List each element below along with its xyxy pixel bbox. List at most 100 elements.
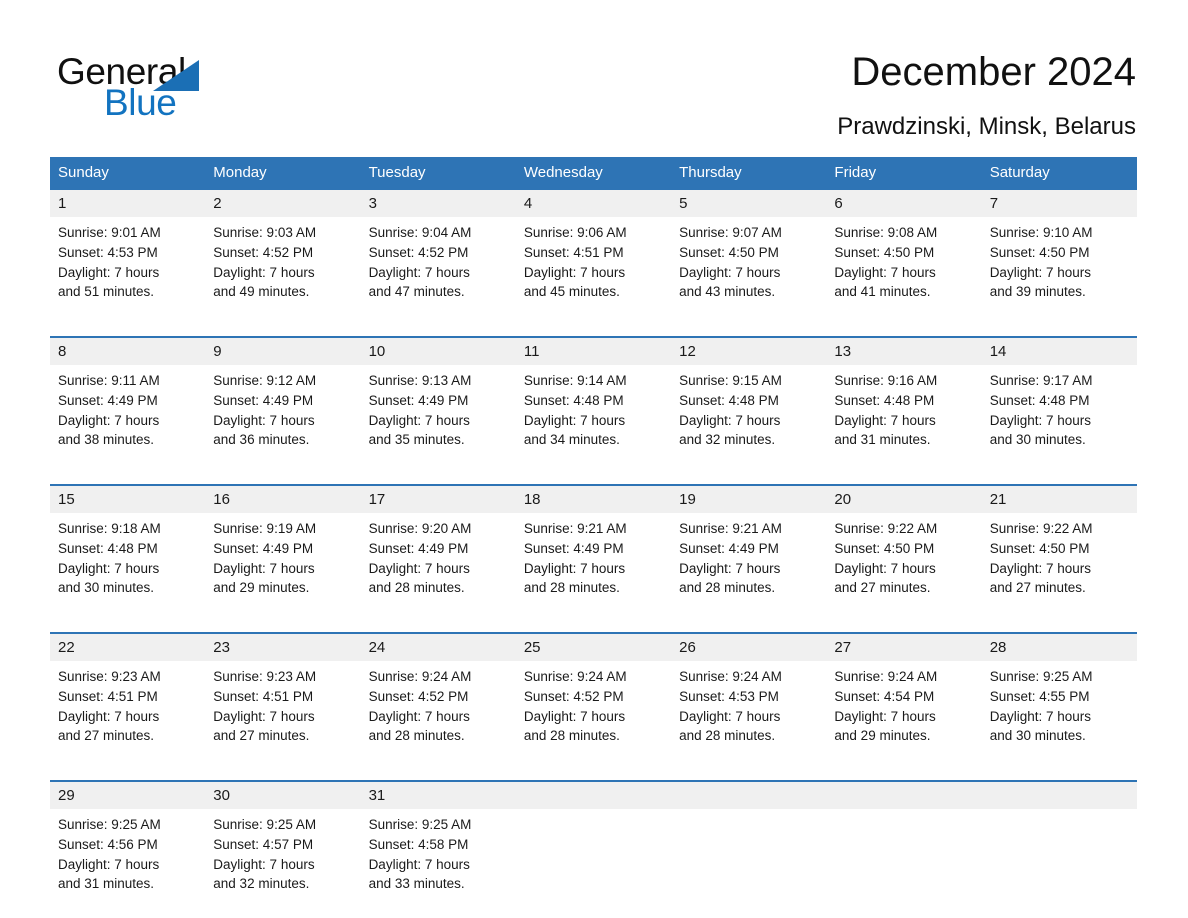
daylight-text-line1: Daylight: 7 hours [679, 264, 781, 280]
day-number[interactable]: 21 [982, 486, 1137, 513]
day-cell[interactable]: Sunrise: 9:06 AM Sunset: 4:51 PM Dayligh… [516, 217, 671, 320]
day-number[interactable]: 16 [205, 486, 360, 513]
week-spacer [50, 320, 1137, 336]
day-cell[interactable]: Sunrise: 9:07 AM Sunset: 4:50 PM Dayligh… [671, 217, 826, 320]
daylight-text-line1: Daylight: 7 hours [213, 264, 315, 280]
day-cell[interactable]: Sunrise: 9:10 AM Sunset: 4:50 PM Dayligh… [982, 217, 1137, 320]
day-number[interactable]: 25 [516, 634, 671, 661]
day-cell[interactable]: Sunrise: 9:22 AM Sunset: 4:50 PM Dayligh… [982, 513, 1137, 616]
day-number[interactable]: 6 [826, 190, 981, 217]
day-cell[interactable]: Sunrise: 9:25 AM Sunset: 4:57 PM Dayligh… [205, 809, 360, 912]
day-cell[interactable]: Sunrise: 9:24 AM Sunset: 4:54 PM Dayligh… [826, 661, 981, 764]
sunset-text: Sunset: 4:56 PM [58, 836, 158, 852]
day-number[interactable]: 14 [982, 338, 1137, 365]
sunset-text: Sunset: 4:48 PM [989, 392, 1090, 408]
daylight-text-line1: Daylight: 7 hours [989, 412, 1091, 428]
day-cell[interactable]: Sunrise: 9:24 AM Sunset: 4:53 PM Dayligh… [671, 661, 826, 764]
week-date-band: 22 23 24 25 26 27 28 [50, 634, 1137, 661]
day-cell[interactable]: Sunrise: 9:17 AM Sunset: 4:48 PM Dayligh… [982, 365, 1137, 468]
sunrise-text: Sunrise: 9:15 AM [679, 373, 782, 388]
day-number[interactable]: 5 [671, 190, 826, 217]
day-cell[interactable]: Sunrise: 9:23 AM Sunset: 4:51 PM Dayligh… [205, 661, 360, 764]
day-cell[interactable]: Sunrise: 9:22 AM Sunset: 4:50 PM Dayligh… [826, 513, 981, 616]
day-number[interactable]: 10 [361, 338, 516, 365]
daylight-text-line1: Daylight: 7 hours [213, 708, 315, 724]
day-number[interactable]: 2 [205, 190, 360, 217]
day-cell[interactable]: Sunrise: 9:24 AM Sunset: 4:52 PM Dayligh… [516, 661, 671, 764]
sunset-text: Sunset: 4:50 PM [834, 540, 935, 556]
day-cell[interactable]: Sunrise: 9:25 AM Sunset: 4:58 PM Dayligh… [361, 809, 516, 912]
day-cell[interactable]: Sunrise: 9:20 AM Sunset: 4:49 PM Dayligh… [361, 513, 516, 616]
day-number[interactable]: 28 [982, 634, 1137, 661]
page-subtitle-location: Prawdzinski, Minsk, Belarus [837, 113, 1136, 140]
day-number[interactable]: 20 [826, 486, 981, 513]
day-cell[interactable]: Sunrise: 9:08 AM Sunset: 4:50 PM Dayligh… [826, 217, 981, 320]
sunset-text: Sunset: 4:51 PM [213, 688, 314, 704]
day-cell[interactable]: Sunrise: 9:21 AM Sunset: 4:49 PM Dayligh… [671, 513, 826, 616]
day-cell[interactable]: Sunrise: 9:01 AM Sunset: 4:53 PM Dayligh… [50, 217, 205, 320]
day-number[interactable]: 24 [361, 634, 516, 661]
daylight-text-line2: and 38 minutes. [58, 432, 155, 448]
day-cell-empty [826, 809, 981, 912]
day-number[interactable]: 12 [671, 338, 826, 365]
day-number[interactable]: 30 [205, 782, 360, 809]
day-number[interactable]: 19 [671, 486, 826, 513]
day-cell[interactable]: Sunrise: 9:16 AM Sunset: 4:48 PM Dayligh… [826, 365, 981, 468]
sunset-text: Sunset: 4:48 PM [523, 392, 624, 408]
day-cell[interactable]: Sunrise: 9:25 AM Sunset: 4:55 PM Dayligh… [982, 661, 1137, 764]
day-number[interactable]: 1 [50, 190, 205, 217]
day-cell[interactable]: Sunrise: 9:15 AM Sunset: 4:48 PM Dayligh… [671, 365, 826, 468]
sunrise-text: Sunrise: 9:24 AM [523, 669, 627, 684]
day-cell[interactable]: Sunrise: 9:14 AM Sunset: 4:48 PM Dayligh… [516, 365, 671, 468]
day-number[interactable]: 4 [516, 190, 671, 217]
daylight-text-line2: and 33 minutes. [368, 876, 465, 892]
day-cell[interactable]: Sunrise: 9:24 AM Sunset: 4:52 PM Dayligh… [361, 661, 516, 764]
day-number[interactable]: 3 [361, 190, 516, 217]
day-cell[interactable]: Sunrise: 9:03 AM Sunset: 4:52 PM Dayligh… [205, 217, 360, 320]
generalblue-logo[interactable]: General Blue [57, 52, 257, 124]
daylight-text-line2: and 28 minutes. [679, 580, 776, 596]
calendar-week-row: 8 9 10 11 12 13 14 Sunrise: 9:11 AM Suns… [50, 336, 1137, 468]
day-number-empty [671, 782, 826, 809]
daylight-text-line1: Daylight: 7 hours [368, 264, 470, 280]
sunrise-text: Sunrise: 9:24 AM [368, 669, 472, 684]
day-number[interactable]: 18 [516, 486, 671, 513]
daylight-text-line2: and 36 minutes. [213, 432, 310, 448]
sunrise-text: Sunrise: 9:16 AM [834, 373, 938, 388]
daylight-text-line2: and 29 minutes. [834, 728, 931, 744]
daylight-text-line2: and 49 minutes. [213, 284, 310, 300]
week-detail-band: Sunrise: 9:11 AM Sunset: 4:49 PM Dayligh… [50, 365, 1137, 468]
day-number[interactable]: 17 [361, 486, 516, 513]
daylight-text-line2: and 28 minutes. [368, 580, 465, 596]
day-cell[interactable]: Sunrise: 9:13 AM Sunset: 4:49 PM Dayligh… [361, 365, 516, 468]
day-cell[interactable]: Sunrise: 9:18 AM Sunset: 4:48 PM Dayligh… [50, 513, 205, 616]
daylight-text-line2: and 45 minutes. [523, 284, 620, 300]
week-date-band: 1 2 3 4 5 6 7 [50, 190, 1137, 217]
daylight-text-line2: and 28 minutes. [368, 728, 465, 744]
day-number[interactable]: 22 [50, 634, 205, 661]
day-number[interactable]: 9 [205, 338, 360, 365]
day-number[interactable]: 13 [826, 338, 981, 365]
day-cell[interactable]: Sunrise: 9:12 AM Sunset: 4:49 PM Dayligh… [205, 365, 360, 468]
day-cell[interactable]: Sunrise: 9:23 AM Sunset: 4:51 PM Dayligh… [50, 661, 205, 764]
sunrise-text: Sunrise: 9:22 AM [989, 521, 1093, 536]
day-cell[interactable]: Sunrise: 9:21 AM Sunset: 4:49 PM Dayligh… [516, 513, 671, 616]
day-cell[interactable]: Sunrise: 9:19 AM Sunset: 4:49 PM Dayligh… [205, 513, 360, 616]
daylight-text-line2: and 39 minutes. [989, 284, 1086, 300]
day-cell[interactable]: Sunrise: 9:04 AM Sunset: 4:52 PM Dayligh… [361, 217, 516, 320]
day-number[interactable]: 26 [671, 634, 826, 661]
day-number[interactable]: 11 [516, 338, 671, 365]
day-number[interactable]: 31 [361, 782, 516, 809]
week-detail-band: Sunrise: 9:25 AM Sunset: 4:56 PM Dayligh… [50, 809, 1137, 912]
day-number[interactable]: 7 [982, 190, 1137, 217]
daylight-text-line1: Daylight: 7 hours [58, 560, 160, 576]
day-number[interactable]: 23 [205, 634, 360, 661]
day-number[interactable]: 29 [50, 782, 205, 809]
day-number[interactable]: 8 [50, 338, 205, 365]
day-number[interactable]: 27 [826, 634, 981, 661]
sunrise-text: Sunrise: 9:11 AM [58, 373, 160, 388]
sunrise-text: Sunrise: 9:21 AM [523, 521, 627, 536]
day-number[interactable]: 15 [50, 486, 205, 513]
day-cell[interactable]: Sunrise: 9:11 AM Sunset: 4:49 PM Dayligh… [50, 365, 205, 468]
day-cell[interactable]: Sunrise: 9:25 AM Sunset: 4:56 PM Dayligh… [50, 809, 205, 912]
